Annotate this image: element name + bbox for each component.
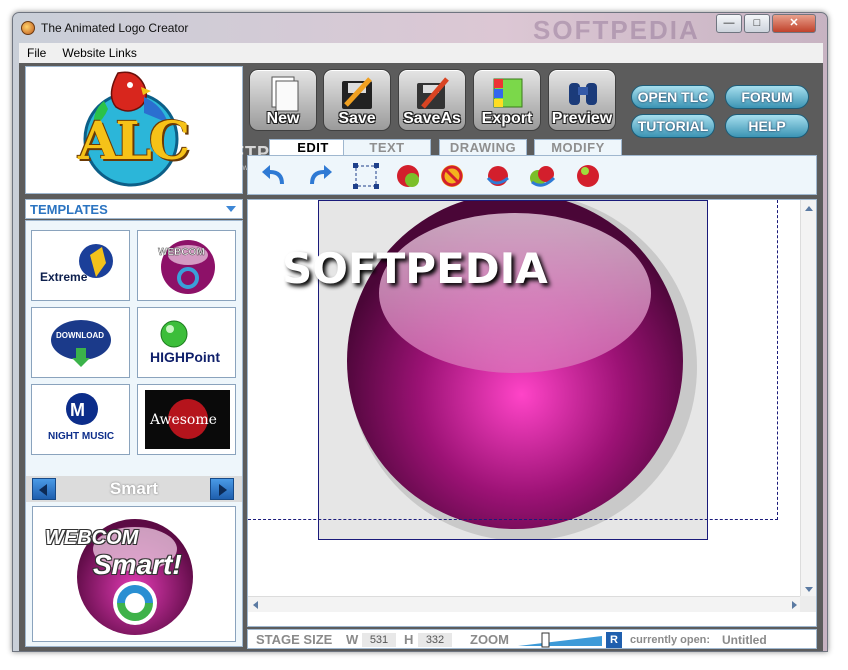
svg-text:Awesome: Awesome: [149, 412, 217, 428]
currently-open-file: Untitled: [722, 633, 767, 647]
open-tlc-button[interactable]: OPEN TLC: [631, 85, 715, 109]
tab-modify[interactable]: MODIFY: [534, 139, 622, 156]
menu-file[interactable]: File: [19, 43, 54, 60]
templates-title: TEMPLATES: [30, 202, 108, 217]
app-icon: [21, 21, 35, 35]
maximize-button[interactable]: □: [744, 14, 770, 33]
awesome-logo-icon: Awesome: [145, 390, 230, 449]
rotate-ball-icon[interactable]: [484, 162, 512, 190]
previous-template-button[interactable]: [32, 478, 56, 500]
export-palette-icon: [493, 78, 523, 108]
save-as-button[interactable]: SaveAs: [398, 69, 466, 131]
multi-ball-icon[interactable]: [528, 162, 556, 190]
template-thumb-webcom[interactable]: WEBCOM: [137, 230, 236, 301]
tab-drawing[interactable]: DRAWING: [439, 139, 527, 156]
save-as-icon: [417, 77, 449, 109]
stage-height-field[interactable]: 332: [418, 633, 452, 647]
template-thumb-download-shopper[interactable]: DOWNLOAD: [31, 307, 130, 378]
highpoint-logo-icon: HIGHPoint: [150, 320, 220, 365]
new-button-label: New: [266, 110, 300, 127]
next-template-button[interactable]: [210, 478, 234, 500]
save-button-label: Save: [338, 110, 376, 127]
design-canvas[interactable]: SOFTPEDIA: [247, 193, 817, 627]
template-thumb-extreme[interactable]: Extreme: [31, 230, 130, 301]
save-as-button-label: SaveAs: [403, 110, 461, 127]
delete-ball-icon[interactable]: [394, 162, 422, 190]
canvas-softpedia-text[interactable]: SOFTPEDIA: [282, 244, 548, 293]
template-thumb-highpoint[interactable]: HIGHPoint: [137, 307, 236, 378]
width-label: W: [346, 632, 359, 647]
binoculars-icon: [569, 83, 597, 105]
title-watermark: SOFTPEDIA: [533, 15, 700, 45]
zoom-label: ZOOM: [470, 632, 509, 647]
chevron-down-icon[interactable]: [226, 206, 236, 212]
template-thumb-awesome[interactable]: Awesome: [137, 384, 236, 455]
template-thumb-night-music[interactable]: M NIGHT MUSIC: [31, 384, 130, 455]
save-disk-icon: [342, 77, 372, 109]
svg-text:M: M: [70, 400, 85, 420]
vertical-scrollbar[interactable]: [800, 200, 816, 598]
preview-line-2: Smart!: [93, 549, 182, 580]
window-title: The Animated Logo Creator: [41, 21, 189, 35]
edit-toolstrip: [247, 155, 817, 195]
save-button[interactable]: Save: [323, 69, 391, 131]
selected-template-label: Smart: [109, 479, 159, 498]
scroll-down-icon[interactable]: [805, 587, 813, 592]
menu-website-links[interactable]: Website Links: [54, 43, 144, 60]
undo-icon[interactable]: [260, 162, 288, 190]
close-button[interactable]: ✕: [772, 14, 816, 33]
scroll-left-icon[interactable]: [253, 601, 258, 609]
scroll-up-icon[interactable]: [805, 206, 813, 211]
download-shopper-logo-icon: DOWNLOAD: [51, 320, 111, 367]
no-ball-icon[interactable]: [438, 162, 466, 190]
svg-text:Extreme: Extreme: [40, 270, 88, 284]
svg-text:HIGHPoint: HIGHPoint: [150, 349, 220, 365]
scroll-corner: [800, 596, 816, 612]
svg-text:NIGHT MUSIC: NIGHT MUSIC: [48, 431, 114, 442]
horizontal-scrollbar[interactable]: [248, 596, 802, 612]
export-button-label: Export: [481, 110, 533, 127]
forum-button[interactable]: FORUM: [725, 85, 809, 109]
stage-size-label: STAGE SIZE: [256, 632, 333, 647]
title-bar[interactable]: The Animated Logo Creator SOFTPEDIA — □ …: [13, 13, 827, 45]
select-box-icon[interactable]: [352, 162, 380, 190]
menu-bar: File Website Links: [19, 43, 823, 63]
new-button[interactable]: New: [249, 69, 317, 131]
templates-gallery: Extreme WEBCOM DOWNLOAD HIGHPoint M NIGH…: [25, 220, 243, 647]
template-nav-bar: Smart: [26, 476, 242, 502]
help-button[interactable]: HELP: [725, 114, 809, 138]
webcom-logo-icon: WEBCOM: [158, 240, 215, 294]
height-label: H: [404, 632, 414, 647]
minimize-button[interactable]: —: [716, 14, 742, 33]
extreme-logo-icon: Extreme: [40, 244, 113, 284]
preview-line-1: WEBCOM: [45, 527, 139, 549]
client-area: ALC TEMPLATES Extreme WEBCOM DOWNLOAD HI…: [19, 63, 823, 651]
app-window: The Animated Logo Creator SOFTPEDIA — □ …: [12, 12, 828, 652]
template-preview: WEBCOM Smart!: [32, 506, 236, 642]
night-music-logo-icon: M NIGHT MUSIC: [48, 393, 114, 442]
alc-logo-text: ALC: [78, 111, 190, 172]
templates-dropdown[interactable]: TEMPLATES: [25, 199, 243, 219]
tab-text[interactable]: TEXT: [343, 139, 431, 156]
zoom-reset-button[interactable]: R: [606, 632, 622, 648]
preview-button-label: Preview: [551, 110, 613, 127]
single-ball-icon[interactable]: [574, 162, 602, 190]
scroll-right-icon[interactable]: [792, 601, 797, 609]
zoom-slider[interactable]: [518, 632, 604, 648]
alc-logo-panel: ALC: [25, 66, 243, 194]
status-bar: STAGE SIZE W 531 H 332 ZOOM R currently …: [247, 629, 817, 649]
svg-text:DOWNLOAD: DOWNLOAD: [56, 331, 104, 340]
new-document-icon: [271, 76, 299, 112]
redo-icon[interactable]: [306, 162, 334, 190]
export-button[interactable]: Export: [473, 69, 541, 131]
stage-width-field[interactable]: 531: [362, 633, 396, 647]
currently-open-label: currently open:: [630, 634, 711, 646]
svg-text:WEBCOM: WEBCOM: [158, 247, 205, 258]
tutorial-button[interactable]: TUTORIAL: [631, 114, 715, 138]
preview-button[interactable]: Preview: [548, 69, 616, 131]
